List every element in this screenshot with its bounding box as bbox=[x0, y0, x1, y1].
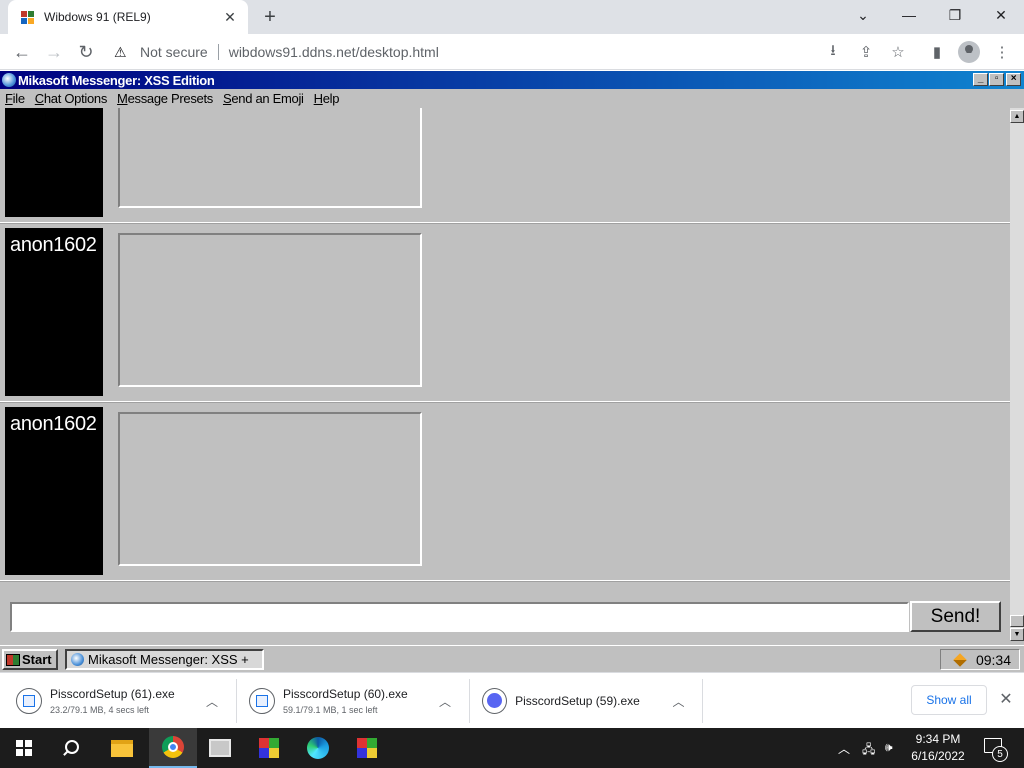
message-avatar: anon1602 bbox=[5, 407, 103, 575]
retro-app-icon[interactable] bbox=[245, 728, 293, 768]
back-arrow-icon[interactable]: ← bbox=[10, 40, 34, 64]
system-clock[interactable]: 9:34 PM 6/16/2022 bbox=[900, 731, 976, 765]
file-icon bbox=[16, 688, 42, 714]
retro-start-button[interactable]: Start bbox=[2, 649, 58, 670]
message-content-box bbox=[118, 108, 422, 208]
side-panel-icon[interactable]: ▮ bbox=[926, 42, 948, 62]
show-all-downloads-button[interactable]: Show all bbox=[911, 685, 987, 715]
download-status: 59.1/79.1 MB, 1 sec left bbox=[283, 705, 378, 715]
retro-windows-logo-icon bbox=[6, 653, 20, 666]
chevron-down-icon[interactable]: ⌄ bbox=[840, 0, 886, 30]
more-menu-icon[interactable]: ⋮ bbox=[991, 42, 1013, 62]
menu-message-presets[interactable]: Message Presets bbox=[112, 91, 218, 106]
send-button[interactable]: Send! bbox=[910, 601, 1001, 632]
scroll-down-arrow-icon[interactable]: ▼ bbox=[1010, 628, 1024, 641]
chat-message-row: anon1602 bbox=[0, 223, 1010, 402]
search-icon[interactable] bbox=[62, 738, 82, 758]
browser-toolbar: ← → ↻ ⚠ Not secure wibdows91.ddns.net/de… bbox=[0, 34, 1024, 70]
retro-taskbar: Start Mikasoft Messenger: XSS + 09:34 bbox=[0, 645, 1024, 672]
network-icon[interactable]: 🖧 bbox=[862, 740, 875, 761]
download-item[interactable]: PisscordSetup (60).exe 59.1/79.1 MB, 1 s… bbox=[237, 679, 470, 723]
file-icon bbox=[249, 688, 275, 714]
discord-icon bbox=[482, 688, 508, 714]
scroll-thumb[interactable] bbox=[1010, 615, 1024, 627]
notification-count-badge: 5 bbox=[992, 746, 1008, 762]
warning-triangle-icon[interactable]: ⚠ bbox=[114, 44, 132, 61]
task-label: Mikasoft Messenger: XSS + bbox=[88, 652, 249, 667]
edge-icon[interactable] bbox=[294, 728, 342, 768]
retro-desktop: Mikasoft Messenger: XSS Edition _ ▫ × Fi… bbox=[0, 71, 1024, 672]
chevron-up-icon[interactable]: ︿ bbox=[667, 693, 690, 710]
app-minimize-button[interactable]: _ bbox=[973, 73, 988, 86]
app-menubar: File Chat Options Message Presets Send a… bbox=[0, 89, 1024, 108]
chat-scrollbar[interactable]: ▲ ▼ bbox=[1010, 108, 1024, 641]
close-shelf-icon[interactable]: ✕ bbox=[996, 689, 1016, 709]
url-text[interactable]: wibdows91.ddns.net/desktop.html bbox=[229, 44, 439, 60]
app-titlebar[interactable]: Mikasoft Messenger: XSS Edition _ ▫ × bbox=[0, 71, 1024, 89]
security-status[interactable]: Not secure bbox=[140, 44, 208, 60]
messenger-icon bbox=[2, 73, 16, 87]
chevron-up-icon[interactable]: ︿ bbox=[433, 693, 457, 710]
download-filename: PisscordSetup (59).exe bbox=[515, 694, 640, 708]
scroll-up-arrow-icon[interactable]: ▲ bbox=[1010, 110, 1024, 123]
wibdows-favicon-icon bbox=[20, 9, 36, 25]
message-composer: Send! bbox=[0, 593, 1010, 641]
file-explorer-icon[interactable] bbox=[98, 728, 146, 768]
app-close-button[interactable]: × bbox=[1006, 73, 1021, 86]
messenger-icon bbox=[71, 653, 84, 666]
menu-chat-options[interactable]: Chat Options bbox=[30, 91, 112, 106]
chat-message-row bbox=[0, 108, 1010, 223]
forward-arrow-icon[interactable]: → bbox=[42, 40, 66, 64]
chat-message-row: anon1602 bbox=[0, 402, 1010, 581]
message-content-box bbox=[118, 233, 422, 387]
retro-app-icon[interactable] bbox=[343, 728, 391, 768]
restore-window-button[interactable]: ❐ bbox=[932, 0, 978, 30]
app-title: Mikasoft Messenger: XSS Edition bbox=[18, 72, 215, 88]
browser-tab[interactable]: Wibdows 91 (REL9) ✕ bbox=[8, 0, 248, 34]
reload-icon[interactable]: ↻ bbox=[74, 40, 98, 64]
app-maximize-button[interactable]: ▫ bbox=[989, 73, 1004, 86]
volume-icon[interactable]: 🕪 bbox=[885, 740, 893, 755]
message-content-box bbox=[118, 412, 422, 566]
new-tab-button[interactable]: + bbox=[258, 6, 282, 28]
clock-date: 6/16/2022 bbox=[911, 749, 965, 763]
tab-close-icon[interactable]: ✕ bbox=[220, 7, 240, 27]
windows-start-icon[interactable] bbox=[16, 740, 32, 756]
share-icon[interactable]: ⇪ bbox=[855, 42, 877, 62]
retro-clock: 09:34 bbox=[975, 651, 1011, 668]
chrome-icon[interactable] bbox=[149, 728, 197, 768]
download-item[interactable]: PisscordSetup (59).exe ︿ bbox=[470, 679, 703, 723]
retro-system-tray: 09:34 bbox=[940, 649, 1020, 670]
menu-help[interactable]: Help bbox=[309, 91, 345, 106]
start-label: Start bbox=[22, 652, 52, 667]
menu-file[interactable]: File bbox=[0, 91, 30, 106]
address-bar[interactable]: ⚠ Not secure wibdows91.ddns.net/desktop.… bbox=[106, 38, 926, 66]
message-avatar bbox=[5, 108, 103, 217]
bookmark-star-icon[interactable]: ☆ bbox=[887, 42, 909, 62]
chevron-up-icon[interactable]: ︿ bbox=[838, 740, 850, 757]
download-shelf: PisscordSetup (61).exe 23.2/79.1 MB, 4 s… bbox=[0, 672, 1024, 728]
windows-taskbar: ︿ 🖧 🕪 9:34 PM 6/16/2022 5 bbox=[0, 728, 1024, 768]
clock-time: 9:34 PM bbox=[915, 732, 961, 746]
download-status: 23.2/79.1 MB, 4 secs left bbox=[50, 705, 150, 715]
download-filename: PisscordSetup (60).exe bbox=[283, 687, 408, 701]
chat-message-input[interactable] bbox=[10, 602, 909, 632]
close-window-button[interactable]: ✕ bbox=[978, 0, 1024, 30]
menu-send-an-emoji[interactable]: Send an Emoji bbox=[218, 91, 309, 106]
download-icon[interactable]: ⭳ bbox=[822, 42, 844, 62]
tab-title: Wibdows 91 (REL9) bbox=[44, 10, 151, 24]
message-avatar: anon1602 bbox=[5, 228, 103, 396]
download-item[interactable]: PisscordSetup (61).exe 23.2/79.1 MB, 4 s… bbox=[0, 679, 237, 723]
omnibox-divider bbox=[217, 44, 219, 60]
download-filename: PisscordSetup (61).exe bbox=[50, 687, 175, 701]
profile-avatar-icon[interactable] bbox=[958, 41, 980, 63]
minimize-window-button[interactable]: — bbox=[886, 0, 932, 30]
key-icon[interactable] bbox=[953, 652, 967, 667]
taskbar-messenger-button[interactable]: Mikasoft Messenger: XSS + bbox=[65, 649, 264, 670]
browser-tab-strip: Wibdows 91 (REL9) ✕ + ⌄ — ❐ ✕ bbox=[0, 0, 1024, 34]
chat-messages-area[interactable]: anon1602 anon1602 bbox=[0, 108, 1010, 593]
chevron-up-icon[interactable]: ︿ bbox=[200, 693, 224, 710]
remote-desktop-icon[interactable] bbox=[196, 728, 244, 768]
